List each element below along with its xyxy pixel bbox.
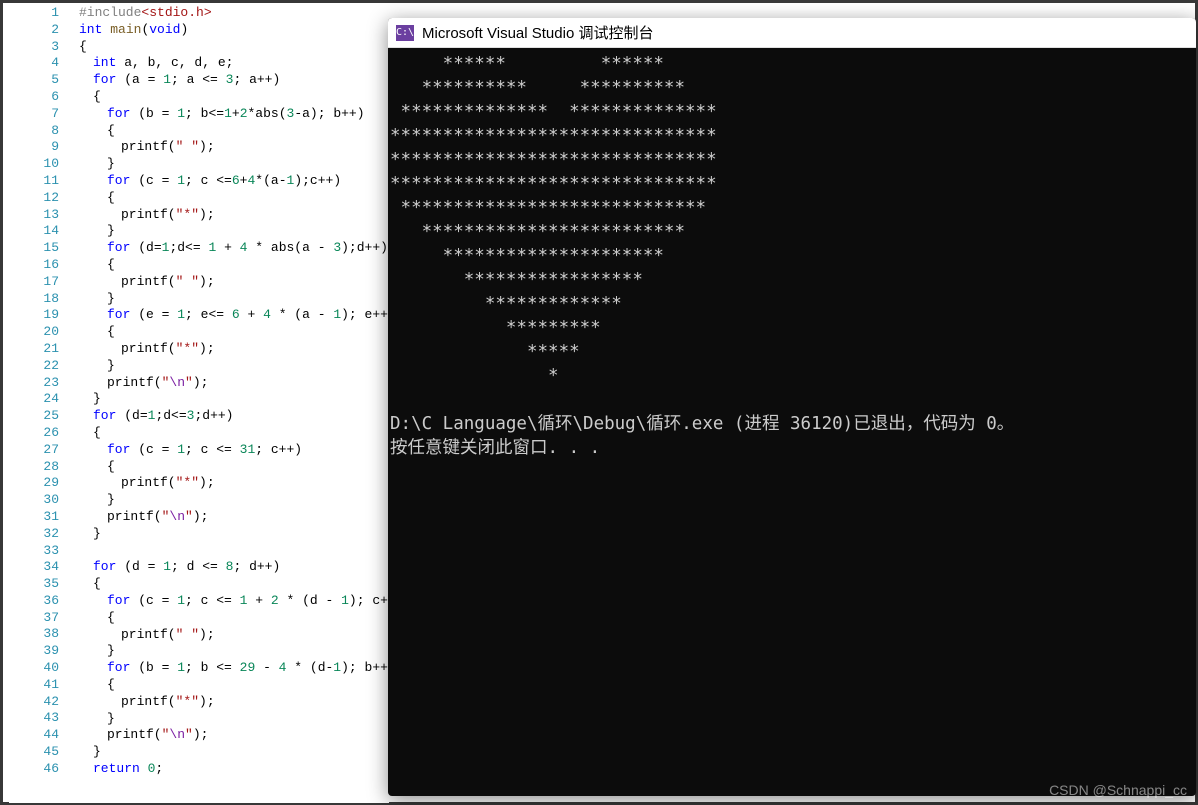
code-line[interactable]: printf("\n");	[107, 509, 208, 526]
code-line[interactable]: int main(void)	[79, 22, 188, 39]
code-line[interactable]: #include<stdio.h>	[79, 5, 212, 22]
code-line[interactable]: }	[107, 643, 115, 660]
code-line[interactable]: for (a = 1; a <= 3; a++)	[93, 72, 280, 89]
console-app-icon: C:\	[396, 25, 414, 41]
code-line[interactable]: return 0;	[93, 761, 163, 778]
console-titlebar[interactable]: C:\ Microsoft Visual Studio 调试控制台	[388, 18, 1196, 48]
code-line[interactable]: printf("*");	[121, 475, 215, 492]
code-line[interactable]: }	[93, 391, 101, 408]
code-line[interactable]: }	[107, 711, 115, 728]
code-line[interactable]: }	[107, 492, 115, 509]
code-line[interactable]: }	[93, 526, 101, 543]
code-line[interactable]: for (d=1;d<=3;d++)	[93, 408, 233, 425]
code-line[interactable]: int a, b, c, d, e;	[93, 55, 233, 72]
code-line[interactable]: {	[107, 324, 115, 341]
code-line[interactable]: {	[107, 459, 115, 476]
code-line[interactable]: for (c = 1; c <= 1 + 2 * (d - 1); c++)	[107, 593, 404, 610]
code-line[interactable]: for (c = 1; c <=6+4*(a-1);c++)	[107, 173, 341, 190]
code-line[interactable]: {	[79, 39, 87, 56]
code-line[interactable]: {	[107, 123, 115, 140]
console-output[interactable]: ****** ****** ********** ********** ****…	[388, 48, 1196, 464]
code-line[interactable]: }	[107, 156, 115, 173]
code-line[interactable]: printf(" ");	[121, 139, 215, 156]
code-line[interactable]: for (b = 1; b <= 29 - 4 * (d-1); b++)	[107, 660, 396, 677]
code-line[interactable]: {	[93, 576, 101, 593]
code-line[interactable]: for (d = 1; d <= 8; d++)	[93, 559, 280, 576]
code-line[interactable]: printf("*");	[121, 694, 215, 711]
code-line[interactable]: {	[107, 677, 115, 694]
code-line[interactable]: printf("*");	[121, 341, 215, 358]
code-line[interactable]: {	[107, 257, 115, 274]
code-line[interactable]: for (b = 1; b<=1+2*abs(3-a); b++)	[107, 106, 365, 123]
code-line[interactable]: for (d=1;d<= 1 + 4 * abs(a - 3);d++)	[107, 240, 388, 257]
code-line[interactable]: printf("\n");	[107, 727, 208, 744]
console-title-text: Microsoft Visual Studio 调试控制台	[422, 22, 653, 43]
code-line[interactable]: }	[107, 223, 115, 240]
line-number-gutter: 1 2 3 4 5 6 7 8 9 10 11 12 13 14 15 16 1…	[9, 5, 65, 778]
code-line[interactable]: for (c = 1; c <= 31; c++)	[107, 442, 302, 459]
debug-console-window[interactable]: C:\ Microsoft Visual Studio 调试控制台 ******…	[388, 18, 1196, 796]
code-line[interactable]: {	[93, 425, 101, 442]
code-line[interactable]: printf("*");	[121, 207, 215, 224]
code-line[interactable]: printf(" ");	[121, 274, 215, 291]
code-line[interactable]: }	[107, 358, 115, 375]
code-line[interactable]: printf(" ");	[121, 627, 215, 644]
code-line[interactable]: {	[107, 190, 115, 207]
code-line[interactable]: {	[107, 610, 115, 627]
code-editor[interactable]: 1 2 3 4 5 6 7 8 9 10 11 12 13 14 15 16 1…	[9, 3, 389, 803]
code-line[interactable]: printf("\n");	[107, 375, 208, 392]
code-line[interactable]: for (e = 1; e<= 6 + 4 * (a - 1); e++)	[107, 307, 396, 324]
code-line[interactable]: }	[93, 744, 101, 761]
code-line[interactable]: }	[107, 291, 115, 308]
code-line[interactable]: {	[93, 89, 101, 106]
